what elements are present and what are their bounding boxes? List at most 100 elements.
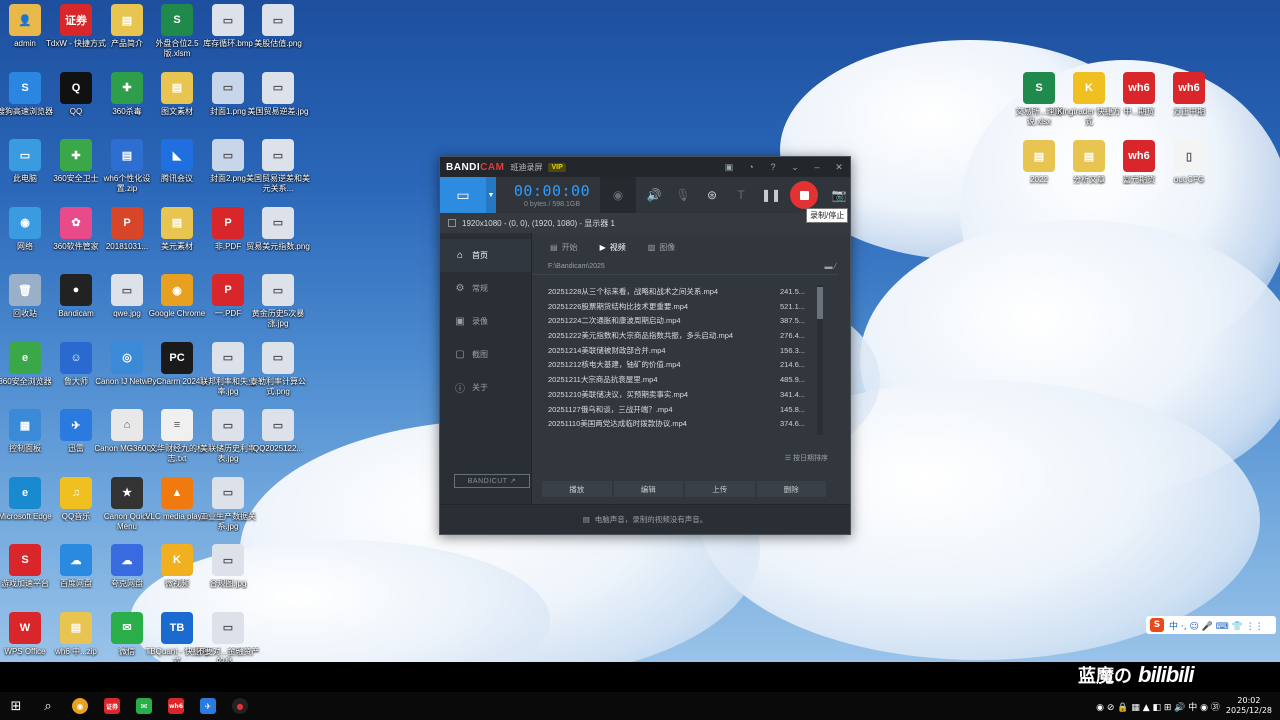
mode-dropdown-button[interactable]: ▼ <box>486 177 496 213</box>
desktop-icon[interactable]: ▭ 贸易美元指数.png <box>246 206 310 273</box>
minimize-small-icon[interactable]: ⌄ <box>784 162 806 173</box>
ime-toolbar[interactable]: S 中 ·, ☺ 🎤 ⌨ 👕 ⋮⋮ <box>1146 616 1276 634</box>
capture-target-bar[interactable]: 1920x1080 - (0, 0), (1920, 1080) - 显示器 1 <box>440 213 850 233</box>
sidebar-item[interactable]: ⓘ 关于 <box>440 371 531 404</box>
cursor-effect-icon[interactable]: ⊛ <box>699 177 725 213</box>
app-icon: TB <box>161 611 193 644</box>
clock-date: 2025/12/28 <box>1225 706 1272 715</box>
wh6-taskbar-icon[interactable]: wh6 <box>160 692 192 720</box>
delete-button[interactable]: 删除 <box>756 481 826 497</box>
open-folder-icon[interactable]: ▬ ⁄ <box>824 262 836 271</box>
file-row[interactable]: 20251226股票期货结构比技术更重要.mp4 521.1... <box>548 300 818 315</box>
help-icon[interactable]: ? <box>762 162 784 173</box>
screen-mode-button[interactable]: ▭ <box>440 177 486 213</box>
bandicam-window[interactable]: BANDICAM 班迪录屏 VIP ▣ ◔ ? ⌄ – ✕ ▭ ▼ 00:00:… <box>439 156 851 535</box>
vip-badge[interactable]: VIP <box>548 162 566 172</box>
app-icon: ☁ <box>60 544 92 576</box>
desktop-icon[interactable]: ▭ QQ2025122... <box>247 409 309 475</box>
sidebar-item-icon: ▣ <box>455 316 465 327</box>
scrollbar-thumb[interactable] <box>817 287 823 319</box>
desktop-icon[interactable]: ▭ 黄金历史5次暴涨.jpg <box>247 274 309 340</box>
tab[interactable]: ▶ 视频 <box>600 242 626 259</box>
file-row[interactable]: 20251214美联储被财政部合并.mp4 156.3... <box>548 344 818 359</box>
record-stop-button[interactable] <box>790 181 818 209</box>
file-actions: 播放 编辑 上传 删除 <box>542 481 826 497</box>
sogou-ime-icon[interactable]: S <box>1150 618 1164 632</box>
bilibili-watermark: 蓝魔の bilibili <box>1078 662 1195 688</box>
file-name: 20251212核电大基建，铀矿的价值.mp4 <box>548 360 681 370</box>
wechat-taskbar-icon[interactable]: ✉ <box>128 692 160 720</box>
close-button[interactable]: ✕ <box>828 162 850 173</box>
file-row[interactable]: 20251210美联储决议，买预期卖事实.mp4 341.4... <box>548 388 818 403</box>
app-icon: ☁ <box>111 544 143 576</box>
tdx-taskbar-icon[interactable]: 证券 <box>96 692 128 720</box>
app-icon: ▤ <box>1023 140 1055 172</box>
sidebar-item[interactable]: ▣ 录像 <box>440 305 531 338</box>
file-row[interactable]: 20251110美国两党达成临时拨款协议.mp4 374.6... <box>548 417 818 432</box>
bilibili-logo: bilibili <box>1138 662 1195 687</box>
chevron-down-icon: ▼ <box>487 191 495 199</box>
folder-icon[interactable]: ▣ <box>718 162 740 173</box>
file-size: 374.6... <box>780 419 806 429</box>
file-row[interactable]: 20251228从三个标来看，战略和战术之间关系.mp4 241.5... <box>548 285 818 300</box>
app-icon: ▭ <box>262 139 294 171</box>
clock[interactable]: 20:02 2025/12/28 <box>1226 696 1272 716</box>
app-icon: ▭ <box>111 274 143 306</box>
sort-by-date-button[interactable]: ☰ 按日期排序 <box>785 453 828 463</box>
play-button[interactable]: 播放 <box>542 481 612 497</box>
desktop-icon[interactable]: ▭ 工业生产数据关系.jpg <box>197 476 259 543</box>
tab[interactable]: ▤ 开始 <box>550 242 578 259</box>
upload-button[interactable]: 上传 <box>685 481 755 497</box>
file-list-scrollbar[interactable] <box>817 285 823 435</box>
desktop-icon[interactable]: ▭ 美股估值.png <box>247 4 309 70</box>
bandicut-button[interactable]: BANDICUT ↗ <box>454 474 530 488</box>
sidebar-item[interactable]: ⚙ 常规 <box>440 272 531 305</box>
file-row[interactable]: 20251222美元指数和大宗商品指数共振，多头启动.mp4 276.4... <box>548 329 818 344</box>
target-checkbox[interactable] <box>448 219 456 227</box>
tab[interactable]: ▨ 图像 <box>648 242 676 259</box>
output-path: F:\Bandicam\2025 ▬ ⁄ <box>532 259 838 275</box>
monitor-icon: ▭ <box>456 186 470 203</box>
desktop-icon[interactable]: wh6 方正中期 <box>1158 72 1220 138</box>
recording-timer: 00:00:00 0 bytes / 598.1GB <box>514 182 590 208</box>
text-overlay-icon[interactable]: T <box>728 177 754 213</box>
file-row[interactable]: 20251127俄乌和谈，三战开端？.mp4 145.8... <box>548 403 818 418</box>
feishu-taskbar-icon[interactable]: ✈ <box>192 692 224 720</box>
desktop-icon[interactable]: ▭ 美国贸易逆差和美元关系... <box>246 139 310 205</box>
file-row[interactable]: 20251224二次通胀和康波周期启动.mp4 387.5... <box>548 314 818 329</box>
desktop-icon[interactable]: ▯ out.CFG <box>1158 140 1220 206</box>
app-icon: ▤ <box>1073 140 1105 172</box>
desktop-icon-label: 泰勒利率计算公式.png <box>250 376 306 396</box>
windows-start-icon[interactable]: ⊞ <box>0 692 32 720</box>
pause-icon[interactable]: ❚❚ <box>758 177 784 213</box>
sidebar-item[interactable]: ⌂ 首页 <box>440 239 531 272</box>
desktop-icon[interactable]: ▭ 合规图.jpg <box>197 544 259 610</box>
app-icon: ◉ <box>9 206 41 239</box>
file-name: 20251110美国两党达成临时拨款协议.mp4 <box>548 419 687 429</box>
sidebar-item[interactable]: ▢ 截图 <box>440 338 531 371</box>
file-row[interactable]: 20251212核电大基建，铀矿的价值.mp4 214.6... <box>548 358 818 373</box>
sidebar-item-icon: ⚙ <box>455 283 465 294</box>
tray-icons[interactable]: ◉ ⊘ 🔒 ▦ ▲ ◧ ⊞ 🔊 中 ◉ ㉛ <box>1096 700 1220 713</box>
desktop-icon[interactable]: ▭ 美国贸易逆差.jpg <box>247 71 309 138</box>
minimize-button[interactable]: – <box>806 162 828 173</box>
history-icon[interactable]: ◔ <box>740 162 762 173</box>
app-icon: ▭ <box>9 139 41 171</box>
chrome-taskbar-icon[interactable]: ◉ <box>64 692 96 720</box>
app-icon: ▤ <box>161 71 193 104</box>
microphone-icon[interactable]: 🎙 <box>670 177 696 213</box>
bandicam-logo: BANDICAM <box>446 161 505 173</box>
desktop-icon[interactable]: ▭ 泰勒利率计算公式.png <box>247 341 309 408</box>
app-icon: P <box>212 274 244 306</box>
search-icon[interactable]: ⌕ <box>32 692 64 720</box>
webcam-icon[interactable]: ◉ <box>605 177 631 213</box>
bandicam-taskbar-icon[interactable]: ● <box>224 692 256 720</box>
ime-controls[interactable]: 中 ·, ☺ 🎤 ⌨ 👕 ⋮⋮ <box>1169 619 1264 632</box>
file-row[interactable]: 20251211大宗商品抗衰屋里.mp4 485.9... <box>548 373 818 388</box>
app-icon: ▭ <box>262 274 294 306</box>
edit-button[interactable]: 编辑 <box>613 481 683 497</box>
app-icon: ▤ <box>60 611 92 644</box>
speaker-icon[interactable]: 🔊 <box>641 177 667 213</box>
app-icon: ★ <box>111 476 143 509</box>
bandicam-titlebar[interactable]: BANDICAM 班迪录屏 VIP ▣ ◔ ? ⌄ – ✕ <box>440 157 850 177</box>
